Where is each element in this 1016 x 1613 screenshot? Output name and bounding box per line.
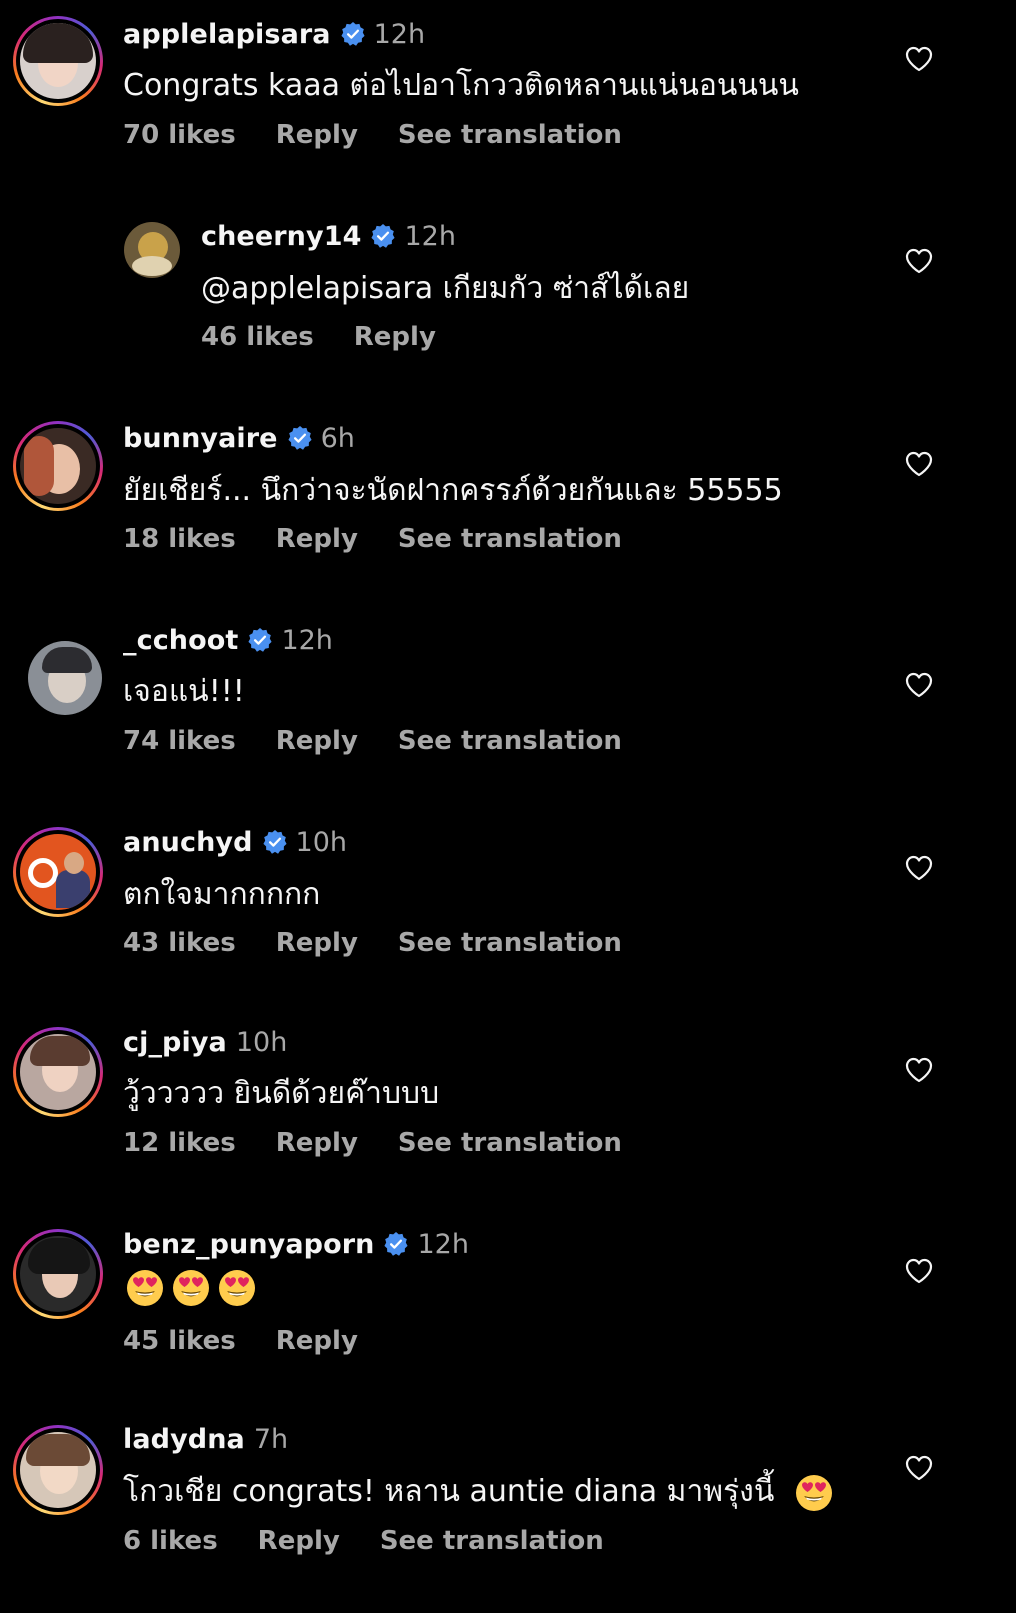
comment-text: ตกใจมากกกกก [123, 877, 321, 912]
heart-outline-icon[interactable] [905, 672, 933, 698]
reply-button[interactable]: Reply [276, 120, 358, 150]
likes-count[interactable]: 43 likes [123, 928, 236, 958]
comment-text: เจอแน่!!! [123, 674, 245, 709]
comment-text: โกวเชีย congrats! หลาน auntie diana มาพร… [123, 1468, 840, 1515]
comment-text: ยัยเชียร์... นึกว่าจะนัดฝากครรภ์ด้วยกันแ… [123, 473, 783, 508]
username[interactable]: benz_punyaporn [123, 1229, 374, 1260]
see-translation-button[interactable]: See translation [380, 1526, 604, 1556]
likes-count[interactable]: 18 likes [123, 524, 236, 554]
reply-button[interactable]: Reply [276, 726, 358, 756]
likes-count[interactable]: 74 likes [123, 726, 236, 756]
comment-text-body: โกวเชีย congrats! หลาน auntie diana มาพร… [123, 1474, 775, 1509]
see-translation-button[interactable]: See translation [398, 120, 622, 150]
timestamp: 12h [373, 18, 426, 50]
timestamp: 6h [320, 422, 355, 454]
likes-count[interactable]: 70 likes [123, 120, 236, 150]
avatar[interactable] [13, 16, 103, 106]
reply-button[interactable]: Reply [276, 1128, 358, 1158]
verified-badge-icon [287, 425, 313, 451]
reply-button[interactable]: Reply [276, 524, 358, 554]
avatar[interactable] [13, 1229, 103, 1319]
see-translation-button[interactable]: See translation [398, 1128, 622, 1158]
heart-outline-icon[interactable] [905, 1057, 933, 1083]
comment-text: วู้ววววว ยินดีด้วยค๊าบบบ [123, 1076, 440, 1111]
reply-button[interactable]: Reply [276, 928, 358, 958]
timestamp: 12h [417, 1228, 469, 1260]
timestamp: 10h [295, 826, 347, 858]
heart-outline-icon[interactable] [905, 248, 933, 274]
heart-eyes-emoji [171, 1268, 211, 1308]
timestamp: 7h [253, 1423, 289, 1455]
username[interactable]: applelapisara [123, 19, 331, 50]
verified-badge-icon [340, 21, 366, 47]
reply-button[interactable]: Reply [354, 322, 436, 352]
verified-badge-icon [383, 1231, 409, 1257]
comment-text: Congrats kaaa ต่อไปอาโกววติดหลานแน่นอนนน… [123, 68, 799, 103]
reply-button[interactable]: Reply [258, 1526, 340, 1556]
heart-eyes-emoji [217, 1268, 257, 1308]
heart-outline-icon[interactable] [905, 46, 933, 72]
heart-outline-icon[interactable] [905, 855, 933, 881]
avatar[interactable] [13, 421, 103, 511]
avatar[interactable] [28, 641, 102, 715]
heart-eyes-emoji [794, 1473, 834, 1513]
comment-text: @applelapisara เกียมกัว ซ่าส์ได้เลย [201, 271, 690, 306]
likes-count[interactable]: 46 likes [201, 322, 314, 352]
timestamp: 10h [235, 1026, 288, 1058]
reply-button[interactable]: Reply [276, 1326, 358, 1356]
see-translation-button[interactable]: See translation [398, 524, 622, 554]
comment-text [125, 1268, 263, 1308]
username[interactable]: _cchoot [123, 625, 238, 656]
username[interactable]: ladydna [123, 1424, 245, 1455]
avatar[interactable] [13, 1425, 103, 1515]
heart-eyes-emoji [125, 1268, 165, 1308]
heart-outline-icon[interactable] [905, 1258, 933, 1284]
verified-badge-icon [370, 223, 396, 249]
username[interactable]: cj_piya [123, 1027, 227, 1058]
username[interactable]: cheerny14 [201, 221, 361, 252]
timestamp: 12h [281, 624, 333, 656]
avatar[interactable] [13, 1027, 103, 1117]
verified-badge-icon [262, 829, 288, 855]
heart-outline-icon[interactable] [905, 451, 933, 477]
see-translation-button[interactable]: See translation [398, 928, 622, 958]
likes-count[interactable]: 45 likes [123, 1326, 236, 1356]
username[interactable]: anuchyd [123, 827, 253, 858]
avatar[interactable] [124, 222, 180, 278]
username[interactable]: bunnyaire [123, 423, 278, 454]
verified-badge-icon [247, 627, 273, 653]
likes-count[interactable]: 12 likes [123, 1128, 236, 1158]
likes-count[interactable]: 6 likes [123, 1526, 218, 1556]
heart-outline-icon[interactable] [905, 1455, 933, 1481]
see-translation-button[interactable]: See translation [398, 726, 622, 756]
timestamp: 12h [404, 220, 456, 252]
avatar[interactable] [13, 827, 103, 917]
